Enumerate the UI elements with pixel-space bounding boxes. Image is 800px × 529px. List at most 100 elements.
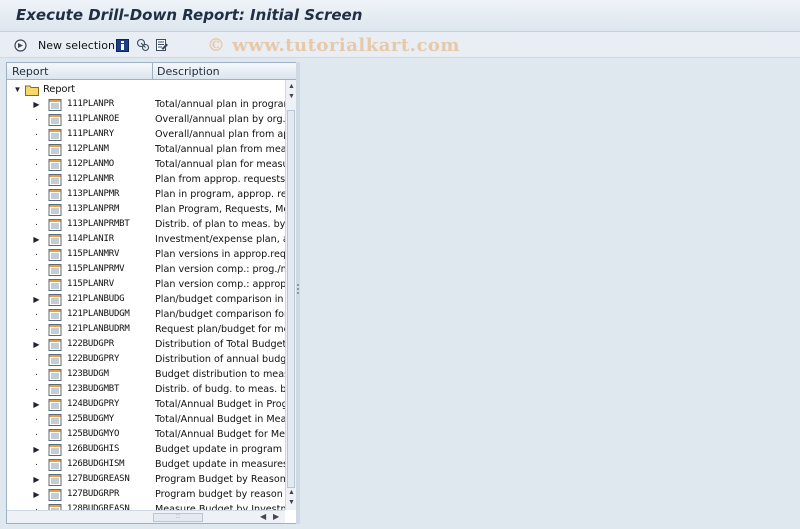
horizontal-scrollbar[interactable]: ::: ◀ ▶ (7, 510, 285, 523)
column-separator[interactable] (152, 63, 153, 80)
variant-button[interactable] (155, 36, 169, 54)
expand-arrow-icon[interactable]: ▶ (32, 489, 41, 500)
tree-row[interactable]: · 112PLANMO Total/annual plan for measures (7, 157, 285, 172)
expand-arrow-icon[interactable]: ▶ (32, 444, 41, 455)
tree-row[interactable]: · 115PLANRV Plan version comp.: appropriat… (7, 277, 285, 292)
tree-row[interactable]: ▶ 114PLANIR Investment/expense plan, appro… (7, 232, 285, 247)
report-icon (48, 188, 62, 201)
tree-row[interactable]: · 112PLANM Total/annual plan from measures (7, 142, 285, 157)
leaf-bullet-icon: · (34, 414, 39, 425)
page-title: Execute Drill-Down Report: Initial Scree… (16, 6, 363, 24)
folder-icon (25, 83, 39, 96)
report-icon (48, 248, 62, 261)
report-icon (48, 353, 62, 366)
report-icon (48, 503, 62, 510)
report-name: 128BUDGREASN (67, 504, 130, 510)
tree-row[interactable]: · 125BUDGMYO Total/Annual Budget for Measu… (7, 427, 285, 442)
leaf-bullet-icon: · (34, 189, 39, 200)
new-selection-button[interactable]: New selection (14, 36, 115, 54)
tree-row[interactable]: · 112PLANMR Plan from approp. requests (7, 172, 285, 187)
vertical-scrollbar[interactable]: ▲ ▼ ▲ ▼ (285, 80, 296, 510)
report-description: Total/annual plan for measures (155, 159, 285, 170)
report-icon (48, 458, 62, 471)
leaf-bullet-icon: · (34, 309, 39, 320)
report-name: 113PLANPRMBT (67, 219, 130, 229)
expand-arrow-icon[interactable]: ▶ (32, 399, 41, 410)
variant-icon (156, 39, 168, 51)
expand-arrow-icon[interactable]: ▶ (32, 99, 41, 110)
report-description: Budget distribution to measures (155, 369, 285, 380)
tree-header: Report Description (7, 63, 296, 80)
report-icon (48, 203, 62, 216)
report-icon (48, 398, 62, 411)
report-description: Total/Annual Budget for Measures (155, 429, 285, 440)
hierarchy-button[interactable] (136, 36, 150, 54)
tree-row[interactable]: ▶ 127BUDGREASN Program Budget by Reason (7, 472, 285, 487)
report-icon (48, 128, 62, 141)
scroll-thumb[interactable] (287, 110, 295, 488)
tree-row[interactable]: · 123BUDGMBT Distrib. of budg. to meas. by… (7, 382, 285, 397)
tree-row[interactable]: ▶ 127BUDGRPR Program budget by reason for (7, 487, 285, 502)
tree-row[interactable]: · 121PLANBUDRM Request plan/budget for mea… (7, 322, 285, 337)
report-name: 125BUDGMY (67, 414, 114, 424)
report-description: Plan versions in approp.requests (155, 249, 285, 260)
report-name: 115PLANRV (67, 279, 114, 289)
info-button[interactable] (116, 36, 129, 54)
report-description: Plan Program, Requests, Measures (155, 204, 285, 215)
report-name: 127BUDGREASN (67, 474, 130, 484)
tree-row[interactable]: · 123BUDGM Budget distribution to measures (7, 367, 285, 382)
report-icon (48, 263, 62, 276)
leaf-bullet-icon: · (34, 459, 39, 470)
scroll-left-icon[interactable]: ◀ (260, 512, 266, 521)
report-icon (48, 428, 62, 441)
tree-row[interactable]: ▶ 124BUDGPRY Total/Annual Budget in Progra… (7, 397, 285, 412)
tree-row[interactable]: ·128BUDGREASNMeasure Budget by Investmen… (7, 502, 285, 510)
tree-root-node[interactable]: ▼ Report (7, 82, 285, 97)
tree-row[interactable]: ▶ 126BUDGHIS Budget update in program (7, 442, 285, 457)
expand-arrow-icon[interactable]: ▶ (32, 294, 41, 305)
tree-row[interactable]: ▶ 121PLANBUDG Plan/budget comparison in pr… (7, 292, 285, 307)
tree-row[interactable]: · 113PLANPRM Plan Program, Requests, Measu… (7, 202, 285, 217)
report-name: 124BUDGPRY (67, 399, 120, 409)
tree-row[interactable]: · 113PLANPMR Plan in program, approp. requ… (7, 187, 285, 202)
tree-row[interactable]: · 111PLANROE Overall/annual plan by org. u… (7, 112, 285, 127)
report-name: 114PLANIR (67, 234, 114, 244)
report-name: 122BUDGPR (67, 339, 114, 349)
report-description: Request plan/budget for measures (155, 324, 285, 335)
expand-arrow-icon[interactable]: ▶ (32, 234, 41, 245)
splitter-grip (297, 284, 299, 286)
tree-row[interactable]: ▶ 111PLANPR Total/annual plan in program (7, 97, 285, 112)
report-description: Distribution of Total Budget (155, 339, 285, 350)
report-name: 115PLANPRMV (67, 264, 125, 274)
column-header-report[interactable]: Report (12, 65, 48, 78)
tree-row[interactable]: · 126BUDGHISM Budget update in measures (7, 457, 285, 472)
tree-row[interactable]: · 113PLANPRMBT Distrib. of plan to meas. b… (7, 217, 285, 232)
tree-row[interactable]: · 111PLANRY Overall/annual plan from appro… (7, 127, 285, 142)
leaf-bullet-icon: · (34, 159, 39, 170)
expand-arrow-icon[interactable]: ▶ (32, 474, 41, 485)
new-selection-label: New selection (38, 38, 115, 52)
scroll-right-icon[interactable]: ▶ (273, 512, 279, 521)
tree-row[interactable]: · 121PLANBUDGM Plan/budget comparison for … (7, 307, 285, 322)
report-description: Plan version comp.: appropriation (155, 279, 285, 290)
tree-row[interactable]: · 115PLANMRV Plan versions in approp.reque… (7, 247, 285, 262)
report-name: 111PLANROE (67, 114, 120, 124)
column-header-description[interactable]: Description (157, 65, 220, 78)
report-name: 123BUDGMBT (67, 384, 120, 394)
report-icon (48, 233, 62, 246)
report-icon (48, 158, 62, 171)
tree-row[interactable]: ▶ 122BUDGPR Distribution of Total Budget (7, 337, 285, 352)
report-description: Plan from approp. requests (155, 174, 285, 185)
tree-row[interactable]: · 115PLANPRMV Plan version comp.: prog./me… (7, 262, 285, 277)
report-tree: Report Description ▼ Report ▶ 111PLANPR Tota… (6, 62, 297, 524)
tree-row[interactable]: · 125BUDGMY Total/Annual Budget in Measure… (7, 412, 285, 427)
splitter-grip (297, 292, 299, 294)
report-icon (48, 323, 62, 336)
horizontal-scroll-thumb[interactable]: ::: (153, 513, 203, 522)
report-icon (48, 218, 62, 231)
expand-arrow-icon[interactable]: ▶ (32, 339, 41, 350)
tree-row[interactable]: · 122BUDGPRY Distribution of annual budget (7, 352, 285, 367)
leaf-bullet-icon: · (34, 429, 39, 440)
leaf-bullet-icon: · (34, 204, 39, 215)
collapse-arrow-icon[interactable]: ▼ (13, 84, 22, 95)
